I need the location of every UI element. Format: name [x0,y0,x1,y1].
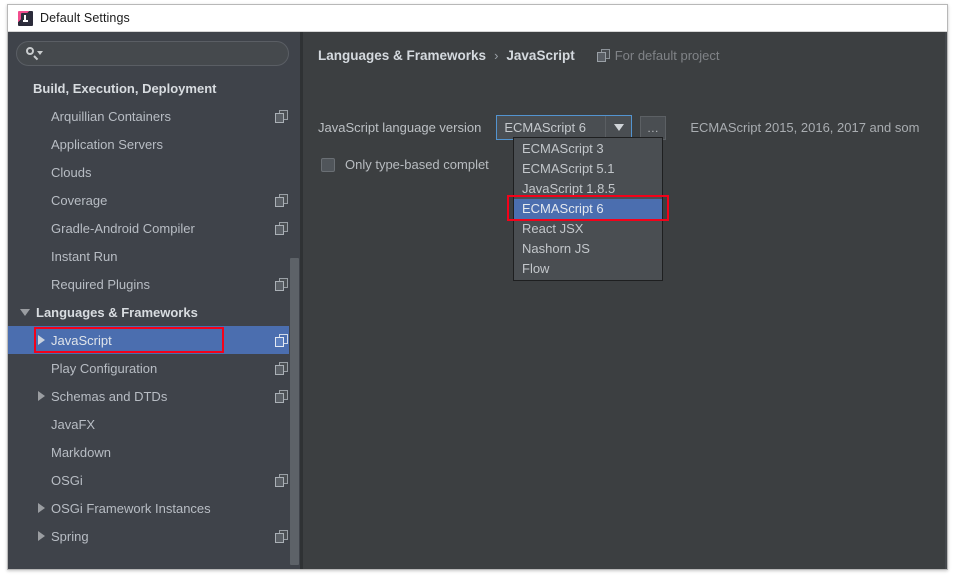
sidebar-item-instant-run[interactable]: Instant Run [8,242,300,270]
sidebar-item-markdown[interactable]: Markdown [8,438,300,466]
sidebar-item-javascript[interactable]: JavaScript [8,326,300,354]
breadcrumb-separator: › [494,48,498,63]
sidebar-item-label: Spring [51,529,269,544]
sidebar-item-schemas-and-dtds[interactable]: Schemas and DTDs [8,382,300,410]
sidebar-item-label: OSGi Framework Instances [51,501,269,516]
sidebar-item-label: Coverage [51,193,269,208]
dropdown-option-ecmascript-6[interactable]: ECMAScript 6 [514,199,662,219]
settings-content-panel: Languages & Frameworks › JavaScript For … [303,32,947,569]
chevron-right-icon[interactable] [38,531,45,541]
sidebar-scrollbar-thumb[interactable] [290,258,299,565]
sidebar-item-osgi[interactable]: OSGi [8,466,300,494]
sidebar-item-label: Arquillian Containers [51,109,269,124]
default-settings-window: Default Settings Build, Execution, Deplo… [7,4,948,570]
sidebar-item-label: Required Plugins [51,277,269,292]
copy-settings-icon[interactable] [275,278,288,291]
sidebar-item-label: Application Servers [51,137,269,152]
content-right-edge [945,32,947,569]
sidebar-item-arquillian-containers[interactable]: Arquillian Containers [8,102,300,130]
sidebar-item-label: Languages & Frameworks [36,305,269,320]
sidebar-item-label: Markdown [51,445,269,460]
search-box[interactable] [16,41,289,66]
sidebar-item-label: OSGi [51,473,269,488]
sidebar-item-label: Instant Run [51,249,269,264]
sidebar-item-build-execution-deployment[interactable]: Build, Execution, Deployment [8,74,300,102]
window-title: Default Settings [40,11,130,25]
dropdown-option-javascript-1-8-5[interactable]: JavaScript 1.8.5 [514,179,662,199]
language-version-label: JavaScript language version [318,120,481,135]
only-type-based-completion-label: Only type-based complet [345,157,489,172]
chevron-down-icon[interactable] [605,116,631,139]
copy-settings-icon[interactable] [275,222,288,235]
sidebar-item-languages-frameworks[interactable]: Languages & Frameworks [8,298,300,326]
intellij-idea-icon [18,11,33,26]
sidebar-item-label: JavaFX [51,417,269,432]
chevron-down-icon[interactable] [20,309,30,316]
search-input[interactable] [43,42,288,65]
dropdown-option-nashorn-js[interactable]: Nashorn JS [514,239,662,259]
sidebar-item-label: Schemas and DTDs [51,389,269,404]
for-default-project[interactable]: For default project [597,48,720,63]
sidebar-item-osgi-framework-instances[interactable]: OSGi Framework Instances [8,494,300,522]
settings-tree[interactable]: Build, Execution, Deployment Arquillian C… [8,74,300,569]
sidebar-item-required-plugins[interactable]: Required Plugins [8,270,300,298]
dropdown-option-ecmascript-3[interactable]: ECMAScript 3 [514,139,662,159]
copy-settings-icon[interactable] [275,390,288,403]
breadcrumb-parent[interactable]: Languages & Frameworks [318,48,486,63]
language-version-hint: ECMAScript 2015, 2016, 2017 and som [690,120,919,135]
copy-settings-icon[interactable] [275,194,288,207]
breadcrumb-current: JavaScript [506,48,574,63]
sidebar-scrollbar-track[interactable] [289,32,300,569]
language-version-more-button[interactable]: … [640,116,666,140]
copy-settings-icon[interactable] [275,110,288,123]
sidebar-item-gradle-android-compiler[interactable]: Gradle-Android Compiler [8,214,300,242]
window-titlebar: Default Settings [8,5,947,32]
sidebar-item-label: Gradle-Android Compiler [51,221,269,236]
chevron-right-icon[interactable] [38,503,45,513]
screenshot-root: Default Settings Build, Execution, Deplo… [0,0,956,575]
breadcrumb: Languages & Frameworks › JavaScript For … [318,48,719,63]
copy-settings-icon[interactable] [275,474,288,487]
copy-settings-icon[interactable] [275,334,288,347]
only-type-based-completion-checkbox[interactable] [321,158,335,172]
copy-settings-icon[interactable] [275,362,288,375]
chevron-right-icon[interactable] [38,391,45,401]
search-icon[interactable] [26,47,43,60]
sidebar-item-coverage[interactable]: Coverage [8,186,300,214]
sidebar-item-clouds[interactable]: Clouds [8,158,300,186]
copy-settings-icon [597,49,610,62]
only-type-based-completion-row[interactable]: Only type-based complet [321,157,489,172]
sidebar-item-play-configuration[interactable]: Play Configuration [8,354,300,382]
dialog-body: Build, Execution, Deployment Arquillian C… [8,32,947,569]
dropdown-option-react-jsx[interactable]: React JSX [514,219,662,239]
sidebar-item-label: Build, Execution, Deployment [33,81,269,96]
language-version-value: ECMAScript 6 [497,120,605,135]
sidebar-item-label: Play Configuration [51,361,269,376]
sidebar-item-spring[interactable]: Spring [8,522,300,550]
copy-settings-icon[interactable] [275,530,288,543]
sidebar-item-javafx[interactable]: JavaFX [8,410,300,438]
settings-sidebar: Build, Execution, Deployment Arquillian C… [8,32,300,569]
for-default-project-label: For default project [615,48,720,63]
sidebar-search[interactable] [16,41,289,66]
chevron-right-icon[interactable] [38,335,45,345]
dropdown-option-flow[interactable]: Flow [514,259,662,279]
dropdown-option-ecmascript-5-1[interactable]: ECMAScript 5.1 [514,159,662,179]
language-version-dropdown[interactable]: ECMAScript 3ECMAScript 5.1JavaScript 1.8… [513,137,663,281]
sidebar-item-label: JavaScript [51,333,269,348]
sidebar-item-application-servers[interactable]: Application Servers [8,130,300,158]
sidebar-item-label: Clouds [51,165,269,180]
